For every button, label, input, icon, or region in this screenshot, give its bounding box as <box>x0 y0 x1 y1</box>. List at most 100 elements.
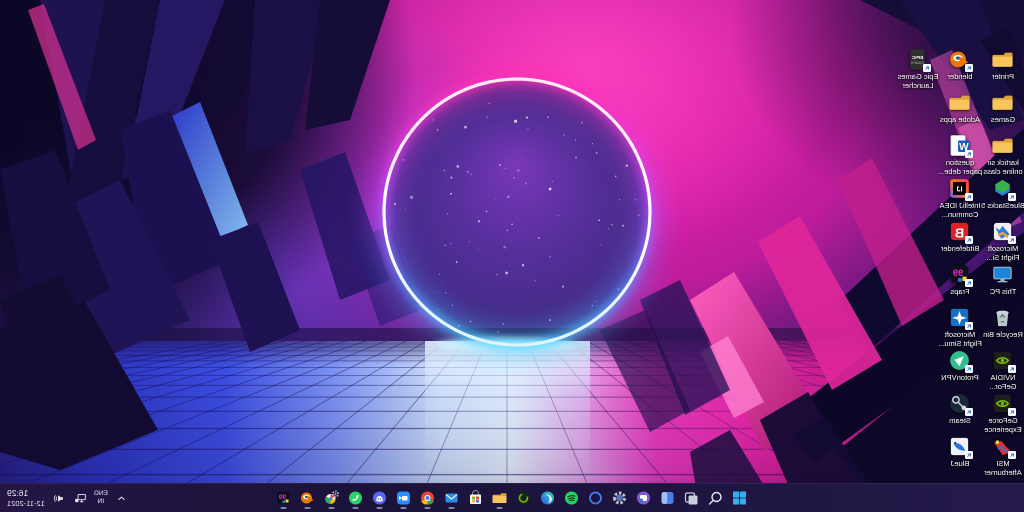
running-indicator <box>425 507 431 509</box>
folder-icon <box>992 134 1015 157</box>
windows-logo-icon <box>732 490 748 506</box>
taskbar-app-fraps[interactable] <box>274 486 295 510</box>
desktop-icon-label: Steam <box>936 416 984 425</box>
desktop-icon-bluej[interactable]: BlueJ <box>937 435 983 468</box>
shortcut-arrow-icon <box>1009 236 1017 244</box>
volume-icon <box>52 492 65 505</box>
color-wheel-gear-icon <box>324 490 340 506</box>
folder-icon <box>492 490 508 506</box>
store-icon <box>468 490 484 506</box>
taskbar-app-edge[interactable] <box>538 486 559 510</box>
taskbar-app-color-wheel[interactable] <box>322 486 343 510</box>
desktop-icon-label: blender <box>936 72 984 81</box>
desktop-icon-label: Printer <box>979 72 1024 81</box>
desktop-icon-steam[interactable]: Steam <box>937 392 983 425</box>
desktop-icon-blender[interactable]: blender <box>937 48 983 81</box>
shortcut-arrow-icon <box>1009 408 1017 416</box>
chat-icon <box>636 490 652 506</box>
task-view-icon <box>684 490 700 506</box>
start-button[interactable] <box>730 486 751 510</box>
desktop-icon-label: Microsoft Flight Si... <box>979 244 1024 262</box>
shortcut-arrow-icon <box>966 193 974 201</box>
desktop-icon-games[interactable]: Games <box>980 91 1024 124</box>
taskbar-app-spotify[interactable] <box>562 486 583 510</box>
desktop-icon-label: Adobe apps <box>936 115 984 124</box>
desktop-icon-epic-games-launcher[interactable]: Epic Games Launcher <box>895 48 941 90</box>
tray-chevron-button[interactable] <box>113 486 130 510</box>
taskbar: ENG IN 16:29 12-11-2021 <box>0 483 1024 512</box>
desktop-icon-intellij-idea-commun[interactable]: IntelliJ IDEA Commun... <box>937 177 983 219</box>
desktop-icon-label: MSI Afterburner <box>979 459 1024 477</box>
mail-icon <box>444 490 460 506</box>
taskbar-app-chrome[interactable] <box>418 486 439 510</box>
taskbar-apps <box>274 484 751 512</box>
desktop-icon-msi-afterburner[interactable]: MSI Afterburner <box>980 435 1024 477</box>
running-indicator <box>401 507 407 509</box>
running-indicator <box>353 507 359 509</box>
taskbar-app-discord[interactable] <box>370 486 391 510</box>
desktop-icon-nvidia-gefor[interactable]: NVIDIA GeFor... <box>980 349 1024 391</box>
shortcut-arrow-icon <box>966 64 974 72</box>
clock[interactable]: 16:29 12-11-2021 <box>7 488 45 508</box>
taskbar-app-zoom[interactable] <box>394 486 415 510</box>
running-indicator <box>329 507 335 509</box>
desktop-icon-label: ProtonVPN <box>936 373 984 382</box>
desktop-icon-label: Games <box>979 115 1024 124</box>
desktop-icon-label: NVIDIA GeFor... <box>979 373 1024 391</box>
taskbar-app-geforce-now[interactable] <box>514 486 535 510</box>
taskbar-app-microsoft-store[interactable] <box>466 486 487 510</box>
shortcut-arrow-icon <box>966 408 974 416</box>
language-indicator[interactable]: ENG IN <box>94 490 108 507</box>
desktop-icon-label: Fraps <box>936 287 984 296</box>
desktop-icon-recycle-bin[interactable]: Recycle Bin <box>980 306 1024 339</box>
taskbar-app-widgets[interactable] <box>658 486 679 510</box>
shortcut-arrow-icon <box>966 236 974 244</box>
running-indicator <box>281 507 287 509</box>
folder-icon <box>992 91 1015 114</box>
desktop-icon-this-pc[interactable]: This PC <box>980 263 1024 296</box>
spotify-icon <box>564 490 580 506</box>
running-indicator <box>449 507 455 509</box>
taskbar-app-task-view[interactable] <box>682 486 703 510</box>
desktop-icon-geforce-experience[interactable]: GeForce Experience <box>980 392 1024 434</box>
desktop-icon-microsoft-flight-si[interactable]: Microsoft Flight Si... <box>980 220 1024 262</box>
widgets-icon <box>660 490 676 506</box>
desktop-icons-area[interactable]: Printer Games kartick sir online class B… <box>0 0 1024 484</box>
taskbar-app-mail[interactable] <box>442 486 463 510</box>
network-icon <box>74 492 87 505</box>
desktop-screen: W EPICGAMES IJ B 99 <box>0 0 1024 512</box>
discord-icon <box>372 490 388 506</box>
desktop-icon-label: Bitdefender <box>936 244 984 253</box>
taskbar-app-settings[interactable] <box>610 486 631 510</box>
network-button[interactable] <box>72 486 89 510</box>
language-line1: ENG <box>94 490 108 498</box>
folder-icon <box>992 48 1015 71</box>
desktop-icon-fraps[interactable]: Fraps <box>937 263 983 296</box>
desktop-icon-label: BlueStacks 5 <box>979 201 1024 210</box>
desktop-icon-label: Epic Games Launcher <box>894 72 942 90</box>
desktop-icon-adobe-apps[interactable]: Adobe apps <box>937 91 983 124</box>
desktop-icon-microsoft-flight-simu[interactable]: Microsoft Flight Simu... <box>937 306 983 348</box>
search-button[interactable] <box>706 486 727 510</box>
running-indicator <box>377 507 383 509</box>
running-indicator <box>305 507 311 509</box>
blender-icon <box>300 490 316 506</box>
settings-gear-icon <box>612 490 628 506</box>
desktop-icon-label: kartick sir online class <box>979 158 1024 176</box>
taskbar-app-whatsapp[interactable] <box>346 486 367 510</box>
desktop-icon-printer[interactable]: Printer <box>980 48 1024 81</box>
taskbar-app-blender[interactable] <box>298 486 319 510</box>
desktop-icon-protonvpn[interactable]: ProtonVPN <box>937 349 983 382</box>
taskbar-app-chat[interactable] <box>634 486 655 510</box>
volume-button[interactable] <box>50 486 67 510</box>
desktop-icon-question-paper-debe[interactable]: question paper debe... <box>937 134 983 176</box>
taskbar-app-ring-app[interactable] <box>586 486 607 510</box>
desktop-icon-bitdefender[interactable]: Bitdefender <box>937 220 983 253</box>
taskbar-app-file-explorer[interactable] <box>490 486 511 510</box>
desktop-icon-kartick-sir-online-class[interactable]: kartick sir online class <box>980 134 1024 176</box>
shortcut-arrow-icon <box>1009 451 1017 459</box>
chrome-icon <box>420 490 436 506</box>
clock-date: 12-11-2021 <box>7 499 45 508</box>
this-pc-icon <box>992 263 1015 286</box>
desktop-icon-bluestacks-5[interactable]: BlueStacks 5 <box>980 177 1024 210</box>
